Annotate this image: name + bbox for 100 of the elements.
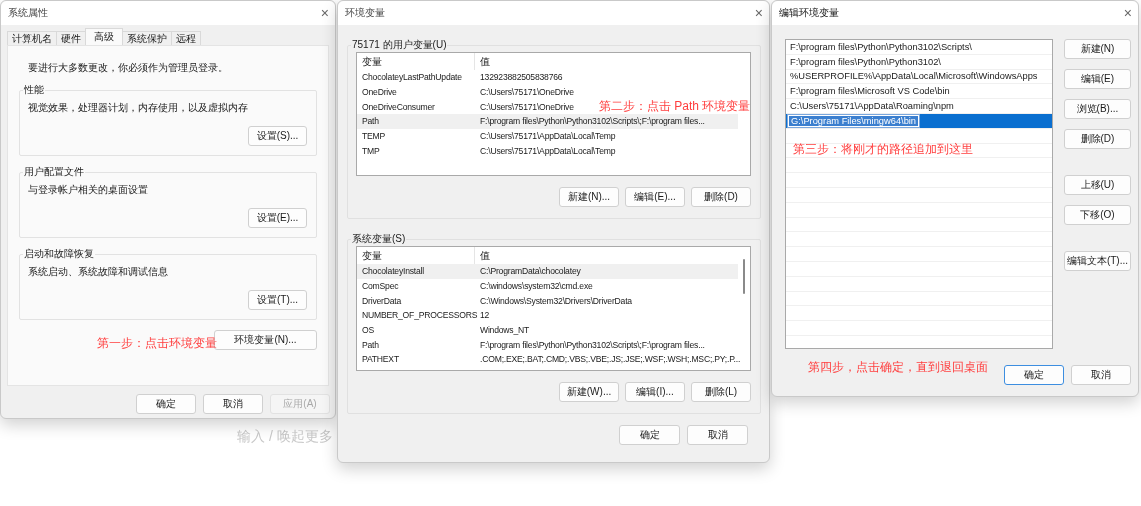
variable-name: Path — [361, 338, 380, 352]
column-header[interactable]: 变量 — [357, 53, 475, 70]
close-button[interactable]: × — [320, 6, 329, 20]
path-entry[interactable]: F:\program files\Microsoft VS Code\bin — [786, 84, 1052, 100]
admin-notice: 要进行大多数更改，你必须作为管理员登录。 — [28, 61, 229, 75]
window-title: 系统属性 — [8, 6, 48, 20]
side-button[interactable]: 删除(D) — [1063, 129, 1131, 149]
variable-value: .COM;.EXE;.BAT;.CMD;.VBS;.VBE;.JS;.JSE;.WSF;.WSH;.MSC;.PY;.P... — [479, 353, 741, 367]
variable-value: 12 — [479, 309, 490, 323]
variable-name: ComSpec — [361, 280, 400, 294]
close-button[interactable]: × — [754, 6, 763, 20]
dialog-button[interactable]: 取消 — [687, 425, 748, 445]
tab[interactable]: 系统保护 — [122, 31, 172, 45]
side-button[interactable]: 上移(U) — [1063, 175, 1131, 195]
variable-name: PATHEXT — [361, 353, 400, 367]
side-button[interactable]: 下移(O) — [1063, 205, 1131, 225]
group-description: 系统启动、系统故障和调试信息 — [28, 265, 169, 279]
variable-name: ChocolateyInstall — [361, 265, 426, 279]
variable-value: C:\Users\75171\AppData\Local\Temp — [479, 144, 616, 158]
variable-name: OneDrive — [361, 86, 398, 100]
variable-value: 132923882505838766 — [479, 71, 563, 85]
dialog-button[interactable]: 取消 — [203, 394, 263, 414]
variable-name: ChocolateyLastPathUpdate — [361, 71, 463, 85]
variable-name: OS — [361, 324, 376, 338]
table-action-button[interactable]: 新建(W)... — [559, 382, 619, 402]
table-row[interactable]: TEMP C:\Users\75171\AppData\Local\Temp — [357, 128, 616, 144]
path-text: C:\Users\75171\AppData\Roaming\npm — [790, 101, 954, 112]
variable-value: C:\Users\75171\OneDrive — [479, 86, 574, 100]
side-button[interactable]: 编辑(E) — [1063, 69, 1131, 89]
table-row[interactable]: Path F:\program files\Python\Python3102\Scripts\;F:\program files... — [357, 114, 738, 129]
group-title: 启动和故障恢复 — [23, 247, 95, 261]
group-title: 75171 的用户变量(U) — [351, 38, 448, 52]
tab[interactable]: 高级 — [85, 28, 123, 45]
variable-value: C:\Users\75171\AppData\Local\Temp — [479, 130, 616, 144]
group-description: 视觉效果，处理器计划，内存使用，以及虚拟内存 — [28, 101, 249, 115]
group-title: 性能 — [23, 83, 45, 97]
table-action-button[interactable]: 编辑(I)... — [625, 382, 685, 402]
side-button[interactable]: 新建(N) — [1063, 39, 1131, 59]
path-text: G:\Program Files\mingw64\bin — [788, 114, 920, 127]
tab[interactable]: 硬件 — [56, 31, 86, 45]
column-header[interactable]: 值 — [475, 53, 738, 70]
variable-value: F:\program files\Python\Python3102\Scripts\;F:\program files... — [479, 115, 706, 129]
path-text: F:\program files\Microsoft VS Code\bin — [790, 86, 950, 97]
variable-value: Windows_NT — [479, 324, 530, 338]
path-entry[interactable]: C:\Users\75171\AppData\Roaming\npm — [786, 99, 1052, 114]
path-entry[interactable]: F:\program files\Python\Python3102\Scripts\ — [786, 40, 1052, 55]
side-button[interactable]: 浏览(B)... — [1063, 99, 1131, 119]
variable-value: C:\ProgramData\chocolatey — [479, 265, 582, 279]
dialog-button[interactable]: 确定 — [136, 394, 196, 414]
column-header[interactable]: 值 — [475, 247, 738, 264]
tab[interactable]: 计算机名 — [7, 31, 57, 45]
table-action-button[interactable]: 编辑(E)... — [625, 187, 685, 207]
settings-button[interactable]: 设置(T)... — [248, 290, 307, 310]
table-row[interactable]: OS Windows_NT — [357, 322, 530, 338]
step-annotation: 第二步：点击 Path 环境变量 — [599, 98, 751, 115]
path-entry[interactable]: F:\program files\Python\Python3102\ — [786, 54, 1052, 70]
table-row[interactable]: NUMBER_OF_PROCESSORS 12 — [357, 308, 490, 323]
table-action-button[interactable]: 删除(L) — [691, 382, 751, 402]
table-row[interactable]: OneDrive C:\Users\75171\OneDrive — [357, 84, 574, 100]
path-text: F:\program files\Python\Python3102\Scripts\ — [790, 41, 972, 52]
step-annotation: 第三步：将刚才的路径追加到这里 — [793, 141, 973, 158]
table-row[interactable]: ComSpec C:\windows\system32\cmd.exe — [357, 278, 593, 294]
step-annotation: 第四步，点击确定，直到退回桌面 — [808, 359, 988, 376]
group-description: 与登录帐户相关的桌面设置 — [28, 183, 149, 197]
table-row[interactable]: Path F:\program files\Python\Python3102\Scripts\;F:\program files... — [357, 337, 705, 353]
side-button[interactable]: 编辑文本(T)... — [1063, 251, 1131, 271]
scrollbar-thumb[interactable] — [743, 259, 745, 294]
variable-name: OneDriveConsumer — [361, 100, 436, 114]
path-text: %USERPROFILE%\AppData\Local\Microsoft\WindowsApps — [790, 71, 1038, 82]
table-action-button[interactable]: 删除(D) — [691, 187, 751, 207]
tab[interactable]: 远程 — [171, 31, 201, 45]
variable-name: NUMBER_OF_PROCESSORS — [361, 309, 475, 323]
table-row[interactable]: OneDriveConsumer C:\Users\75171\OneDrive — [357, 99, 574, 115]
table-action-button[interactable]: 新建(N)... — [559, 187, 619, 207]
step-annotation: 第一步：点击环境变量 — [97, 335, 217, 352]
settings-button[interactable]: 设置(S)... — [248, 126, 307, 146]
variable-value: C:\Windows\System32\Drivers\DriverData — [479, 294, 632, 308]
table-row[interactable]: TMP C:\Users\75171\AppData\Local\Temp — [357, 143, 616, 159]
path-text: F:\program files\Python\Python3102\ — [790, 56, 941, 67]
settings-button[interactable]: 设置(E)... — [248, 208, 307, 228]
window-title: 编辑环境变量 — [779, 6, 839, 20]
dialog-button[interactable]: 取消 — [1071, 365, 1131, 385]
variable-value: F:\program files\Python\Python3102\Scripts\;F:\program files... — [479, 338, 705, 352]
group-title: 用户配置文件 — [23, 165, 85, 179]
table-row[interactable]: PATHEXT .COM;.EXE;.BAT;.CMD;.VBS;.VBE;.JS;.JSE;.WSF;.WSH;.MSC;.PY;.P... — [357, 352, 741, 367]
window-title: 环境变量 — [345, 6, 385, 20]
variable-name: TEMP — [361, 130, 387, 144]
variable-value: C:\Users\75171\OneDrive — [479, 100, 574, 114]
close-button[interactable]: × — [1123, 6, 1132, 20]
group-title: 系统变量(S) — [351, 232, 407, 246]
table-row[interactable]: DriverData C:\Windows\System32\Drivers\DriverData — [357, 293, 632, 309]
table-row[interactable]: ChocolateyLastPathUpdate 132923882505838766 — [357, 70, 563, 85]
variable-name: Path — [361, 115, 380, 129]
path-entry[interactable]: %USERPROFILE%\AppData\Local\Microsoft\WindowsApps — [786, 69, 1052, 85]
variable-value: C:\windows\system32\cmd.exe — [479, 280, 593, 294]
table-row[interactable]: ChocolateyInstall C:\ProgramData\chocolatey — [357, 264, 738, 279]
variable-name: TMP — [361, 144, 381, 158]
variable-name: DriverData — [361, 294, 403, 308]
dialog-button[interactable]: 确定 — [1004, 365, 1064, 385]
dialog-button[interactable]: 确定 — [619, 425, 680, 445]
